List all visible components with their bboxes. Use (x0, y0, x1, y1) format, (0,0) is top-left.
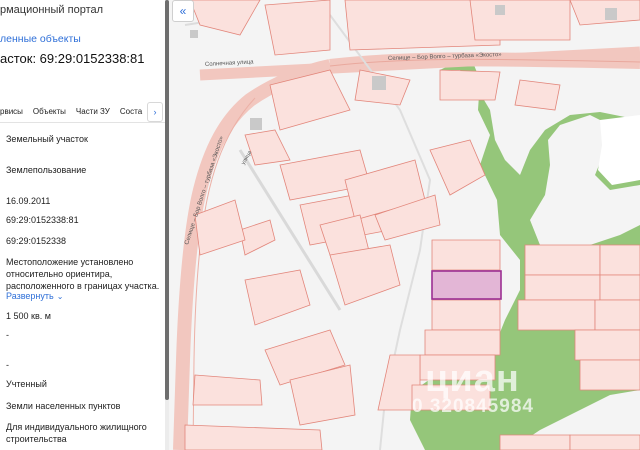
chevron-right-icon: › (153, 107, 157, 117)
field-cadastral-number: 69:29:0152338:81 (6, 215, 79, 225)
object-tabs: рвисы Объекты Части ЗУ Соста (0, 100, 165, 122)
watermark-logo: циан (425, 358, 520, 400)
portal-title: рмационный портал (0, 4, 104, 16)
tab-objects[interactable]: Объекты (33, 107, 72, 116)
expand-link-label: Развернуть (6, 291, 54, 301)
info-panel: рмационный портал ленные объекты асток: … (0, 0, 165, 450)
field-status: Учтенный (6, 379, 47, 389)
field-area: 1 500 кв. м (6, 311, 51, 321)
road-label-solnechnaya: Солнечная улица (205, 59, 255, 68)
tab-services[interactable]: рвисы (0, 107, 29, 116)
tab-composition[interactable]: Соста (120, 107, 148, 116)
cadastral-number-heading: асток: 69:29:0152338:81 (0, 51, 145, 66)
selected-parcel[interactable] (431, 270, 502, 300)
field-registration-date: 16.09.2011 (6, 196, 51, 206)
field-land-category: Земли населенных пунктов (6, 401, 121, 411)
watermark-phone: 0 320845984 (412, 396, 534, 417)
selected-objects-link[interactable]: ленные объекты (0, 33, 81, 45)
field-empty-1: - (6, 330, 9, 340)
double-chevron-left-icon: « (179, 4, 187, 18)
field-quarter-number: 69:29:0152338 (6, 236, 67, 246)
field-object-subtype: Землепользование (6, 165, 87, 175)
tabs-divider (0, 122, 165, 123)
tabs-scroll-right-button[interactable]: › (147, 102, 163, 122)
collapse-panel-button[interactable]: « (172, 0, 194, 22)
chevron-down-icon: ⌄ (56, 292, 64, 301)
tab-parts[interactable]: Части ЗУ (76, 107, 116, 116)
expand-address-link[interactable]: Развернуть ⌄ (6, 291, 63, 301)
field-address: Местоположение установлено относительно … (6, 257, 160, 291)
field-permitted-use: Для индивидуального жилищного строительс… (6, 422, 147, 444)
field-empty-2: - (6, 360, 9, 370)
cadastral-map[interactable]: Солнечная улица Селище – Бор Волго – тур… (169, 0, 640, 450)
field-object-type: Земельный участок (6, 134, 88, 144)
map-canvas[interactable]: Солнечная улица Селище – Бор Волго – тур… (169, 0, 640, 450)
